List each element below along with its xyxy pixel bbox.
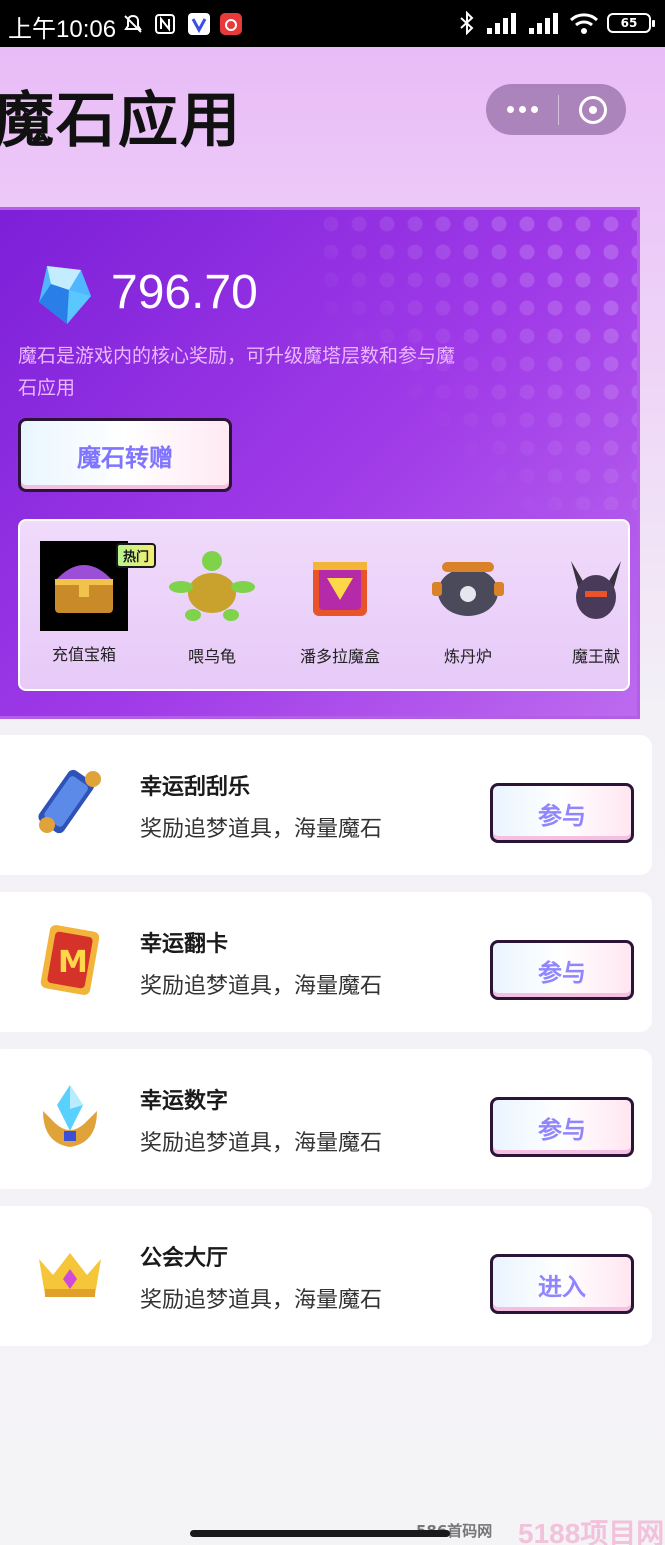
crown-icon [34, 1234, 106, 1314]
app-label: 潘多拉魔盒 [299, 647, 380, 666]
diamond-icon [39, 266, 91, 324]
home-indicator[interactable] [190, 1530, 450, 1537]
m-card-icon: M [34, 920, 106, 1000]
cauldron-icon [425, 541, 511, 633]
app-label: 喂乌龟 [187, 647, 236, 666]
signal-icon [487, 13, 516, 34]
watermark-brand: 5188项目网 [518, 1518, 665, 1545]
status-bar: 上午10:06 65 [0, 0, 665, 47]
activity-title: 幸运翻卡 [140, 932, 229, 957]
join-button[interactable]: 参与 [490, 783, 634, 843]
app-label: 充值宝箱 [51, 645, 116, 664]
battery-indicator: 65 [607, 13, 655, 33]
target-icon [578, 95, 607, 124]
turtle-icon [169, 541, 255, 633]
join-button[interactable]: 参与 [490, 1097, 634, 1157]
dot-icon [518, 106, 526, 113]
activity-title: 公会大厅 [140, 1246, 229, 1271]
page-title: 魔石应用 [0, 86, 242, 156]
wifi-icon [569, 13, 599, 34]
transfer-button[interactable]: 魔石转赠 [18, 418, 232, 492]
dot-icon [530, 106, 538, 113]
signal-icon-2 [529, 13, 558, 34]
activity-subtitle: 奖励追梦道具，海量魔石 [140, 974, 383, 999]
activity-subtitle: 奖励追梦道具，海量魔石 [140, 1288, 383, 1313]
enter-button[interactable]: 进入 [490, 1254, 634, 1314]
app-item-feed-turtle[interactable]: 喂乌龟 [148, 541, 276, 667]
join-button[interactable]: 参与 [490, 940, 634, 1000]
mini-program-capsule [486, 84, 626, 135]
app-label: 魔王献 [571, 647, 620, 666]
scroll-icon [34, 763, 106, 843]
bluetooth-icon [460, 11, 474, 35]
app-item-alchemy-furnace[interactable]: 炼丹炉 [404, 541, 532, 667]
activity-card-guild[interactable]: 公会大厅 奖励追梦道具，海量魔石 进入 [0, 1206, 652, 1346]
music-app-icon [220, 13, 242, 35]
activity-title: 幸运刮刮乐 [140, 775, 251, 800]
activity-subtitle: 奖励追梦道具，海量魔石 [140, 817, 383, 842]
status-time: 上午10:06 [8, 16, 117, 43]
activity-card-flip[interactable]: M 幸运翻卡 奖励追梦道具，海量魔石 参与 [0, 892, 652, 1032]
balance-value: 796.70 [111, 266, 258, 319]
svg-text:M: M [58, 945, 88, 980]
balance-description: 魔石是游戏内的核心奖励，可升级魔塔层数和参与魔石应用 [18, 345, 456, 399]
activity-card-scratch[interactable]: 幸运刮刮乐 奖励追梦道具，海量魔石 参与 [0, 735, 652, 875]
app-v-icon [188, 13, 210, 35]
app-item-pandora-box[interactable]: 潘多拉魔盒 [276, 541, 404, 667]
magic-stone-card: 796.70 魔石是游戏内的核心奖励，可升级魔塔层数和参与魔石应用 魔石转赠 充… [0, 207, 640, 719]
status-right: 65 [457, 10, 655, 36]
demon-king-icon [553, 541, 628, 633]
crystal-emblem-icon [34, 1077, 106, 1157]
activity-subtitle: 奖励追梦道具，海量魔石 [140, 1131, 383, 1156]
more-menu-button[interactable] [486, 84, 558, 135]
activity-title: 幸运数字 [140, 1089, 229, 1114]
app-carousel[interactable]: 充值宝箱 热门 喂乌龟 潘多拉魔盒 炼丹炉 魔王献 [18, 519, 630, 691]
app-item-demon-king[interactable]: 魔王献 [532, 541, 628, 667]
close-mini-program-button[interactable] [559, 95, 626, 124]
mute-bell-icon [124, 14, 142, 33]
treasure-chest-icon [40, 541, 128, 631]
nfc-icon [155, 14, 175, 34]
activity-card-number[interactable]: 幸运数字 奖励追梦道具，海量魔石 参与 [0, 1049, 652, 1189]
app-label: 炼丹炉 [443, 647, 492, 666]
dot-icon [506, 106, 514, 113]
pandora-box-icon [297, 541, 383, 633]
